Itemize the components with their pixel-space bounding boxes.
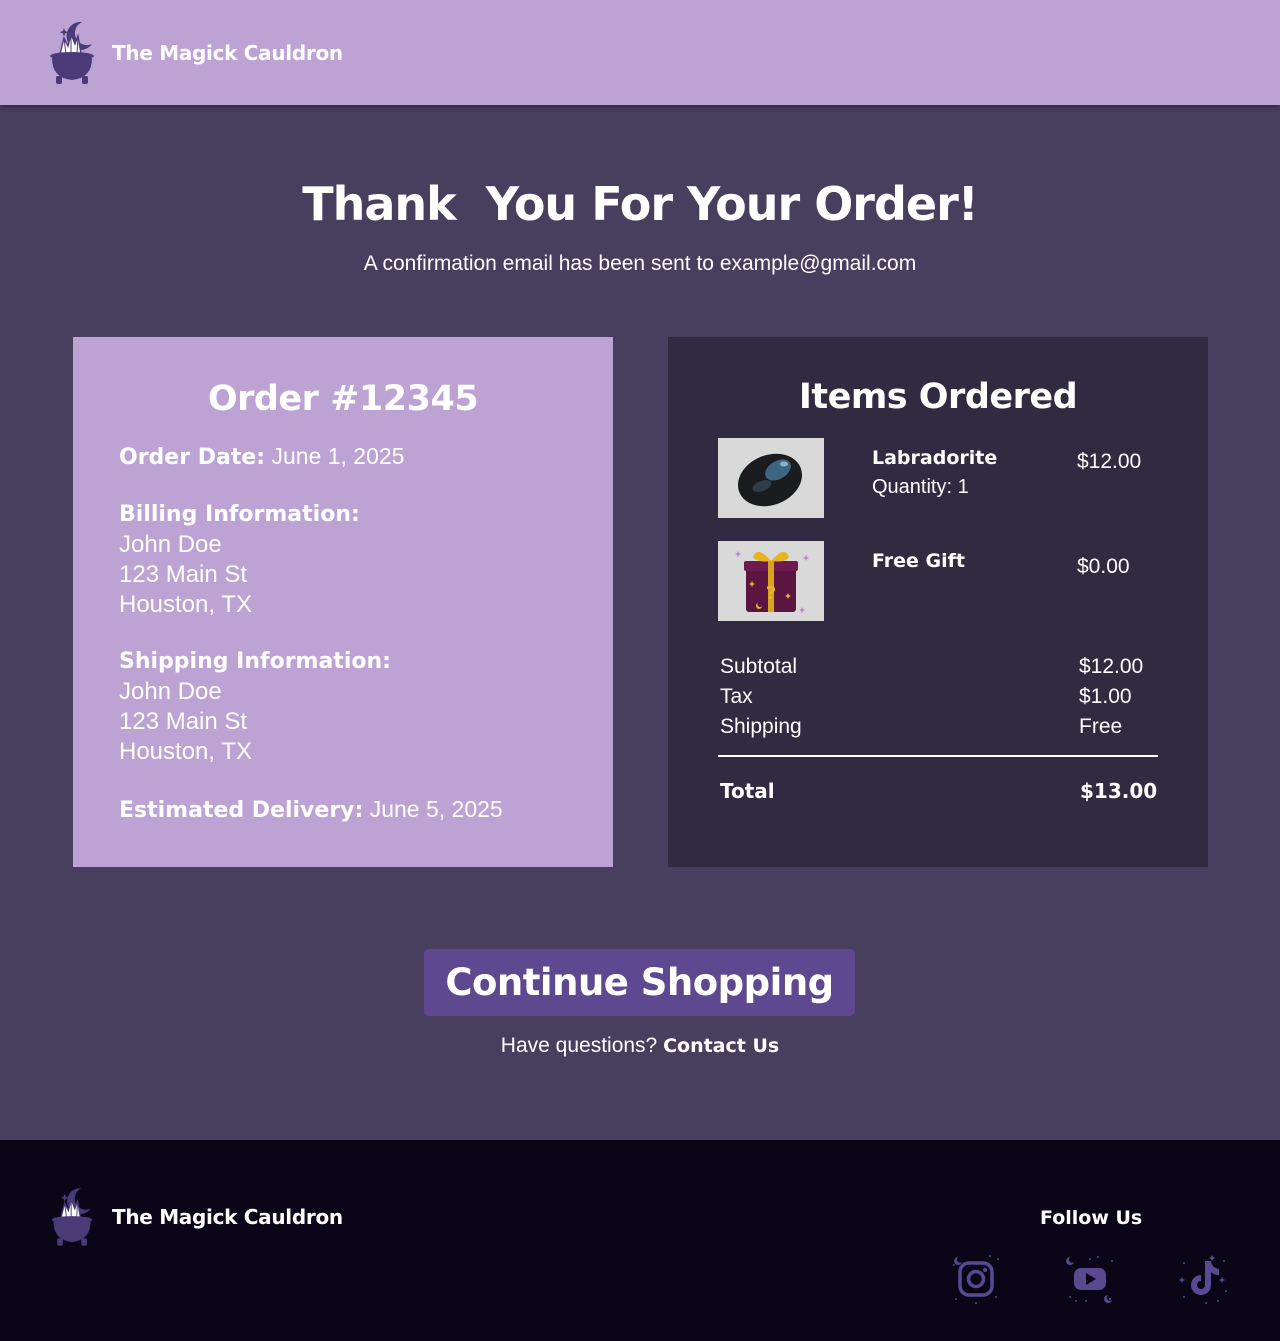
billing-info: Billing Information: John Doe 123 Main S… <box>119 500 567 620</box>
subtotal-label: Subtotal <box>720 655 798 678</box>
shipping-city: Houston, TX <box>119 738 252 765</box>
billing-name: John Doe <box>119 531 222 558</box>
shipping-label: Shipping Information: <box>119 649 391 674</box>
billing-label: Billing Information: <box>119 502 360 527</box>
labradorite-stone-image <box>718 438 824 518</box>
footer-brand-name[interactable]: The Magick Cauldron <box>112 1205 343 1229</box>
cauldron-logo-icon[interactable] <box>46 18 100 88</box>
brand-name[interactable]: The Magick Cauldron <box>112 41 343 65</box>
questions-label: Have questions? <box>500 1034 658 1057</box>
order-details-card: Order #12345 Order Date: June 1, 2025 Bi… <box>73 337 613 867</box>
items-title: Items Ordered <box>798 377 1078 417</box>
subtotal-row: Subtotal $12.00 <box>718 655 1158 685</box>
total-value: $13.00 <box>1080 779 1158 803</box>
items-ordered-card: Items Ordered Labradorite Quantity: 1 $1… <box>668 337 1208 867</box>
item-info: Free Gift <box>872 549 965 573</box>
tax-label: Tax <box>720 685 753 708</box>
item-info: Labradorite Quantity: 1 <box>872 446 997 504</box>
youtube-icon[interactable] <box>1064 1253 1116 1305</box>
shipping-cost-label: Shipping <box>720 715 802 738</box>
delivery-label: Estimated Delivery: <box>119 798 364 823</box>
item-name[interactable]: Free Gift <box>872 549 965 573</box>
order-summary: Subtotal $12.00 Tax $1.00 Shipping Free <box>718 655 1158 755</box>
tax-value: $1.00 <box>1079 685 1132 708</box>
order-date-label: Order Date: <box>119 445 266 470</box>
mystery-gift-box-image: ? <box>718 541 824 621</box>
site-footer: The Magick Cauldron Follow Us <box>0 1140 1280 1341</box>
order-number: Order #12345 <box>207 379 479 419</box>
billing-street: 123 Main St <box>119 561 248 588</box>
svg-text:?: ? <box>766 583 776 604</box>
divider <box>718 755 1158 757</box>
item-price: $0.00 <box>1077 555 1130 578</box>
estimated-delivery: Estimated Delivery: June 5, 2025 <box>119 794 567 826</box>
tiktok-icon[interactable] <box>1178 1253 1230 1305</box>
item-quantity: Quantity: 1 <box>872 476 969 498</box>
item-price: $12.00 <box>1077 450 1142 473</box>
delivery-value: June 5, 2025 <box>369 796 503 822</box>
billing-city: Houston, TX <box>119 591 252 618</box>
site-header: The Magick Cauldron <box>0 0 1280 105</box>
list-item: ? Free Gift $0.00 <box>718 541 1158 621</box>
shipping-row: Shipping Free <box>718 715 1158 745</box>
shipping-street: 123 Main St <box>119 708 248 735</box>
total-row: Total $13.00 <box>718 779 1158 809</box>
total-label: Total <box>720 779 775 803</box>
order-date-value: June 1, 2025 <box>271 443 405 469</box>
follow-us-heading: Follow Us <box>1040 1207 1143 1229</box>
cauldron-logo-icon[interactable] <box>48 1184 98 1250</box>
instagram-icon[interactable] <box>950 1253 1002 1305</box>
main-content: Thank You For Your Order! A confirmation… <box>0 105 1280 1140</box>
continue-shopping-button[interactable]: Continue Shopping <box>424 949 855 1016</box>
shipping-name: John Doe <box>119 678 222 705</box>
confirmation-subtitle: A confirmation email has been sent to ex… <box>363 252 917 275</box>
subtotal-value: $12.00 <box>1079 655 1144 678</box>
tax-row: Tax $1.00 <box>718 685 1158 715</box>
questions-text: Have questions? Contact Us <box>0 1034 1280 1058</box>
shipping-cost-value: Free <box>1079 715 1123 738</box>
contact-us-link[interactable]: Contact Us <box>663 1035 779 1057</box>
page-title: Thank You For Your Order! <box>302 177 979 231</box>
list-item: Labradorite Quantity: 1 $12.00 <box>718 438 1158 518</box>
item-name[interactable]: Labradorite <box>872 446 997 470</box>
footer-brand: The Magick Cauldron <box>48 1184 343 1250</box>
order-date: Order Date: June 1, 2025 <box>119 441 567 473</box>
shipping-info: Shipping Information: John Doe 123 Main … <box>119 647 567 767</box>
